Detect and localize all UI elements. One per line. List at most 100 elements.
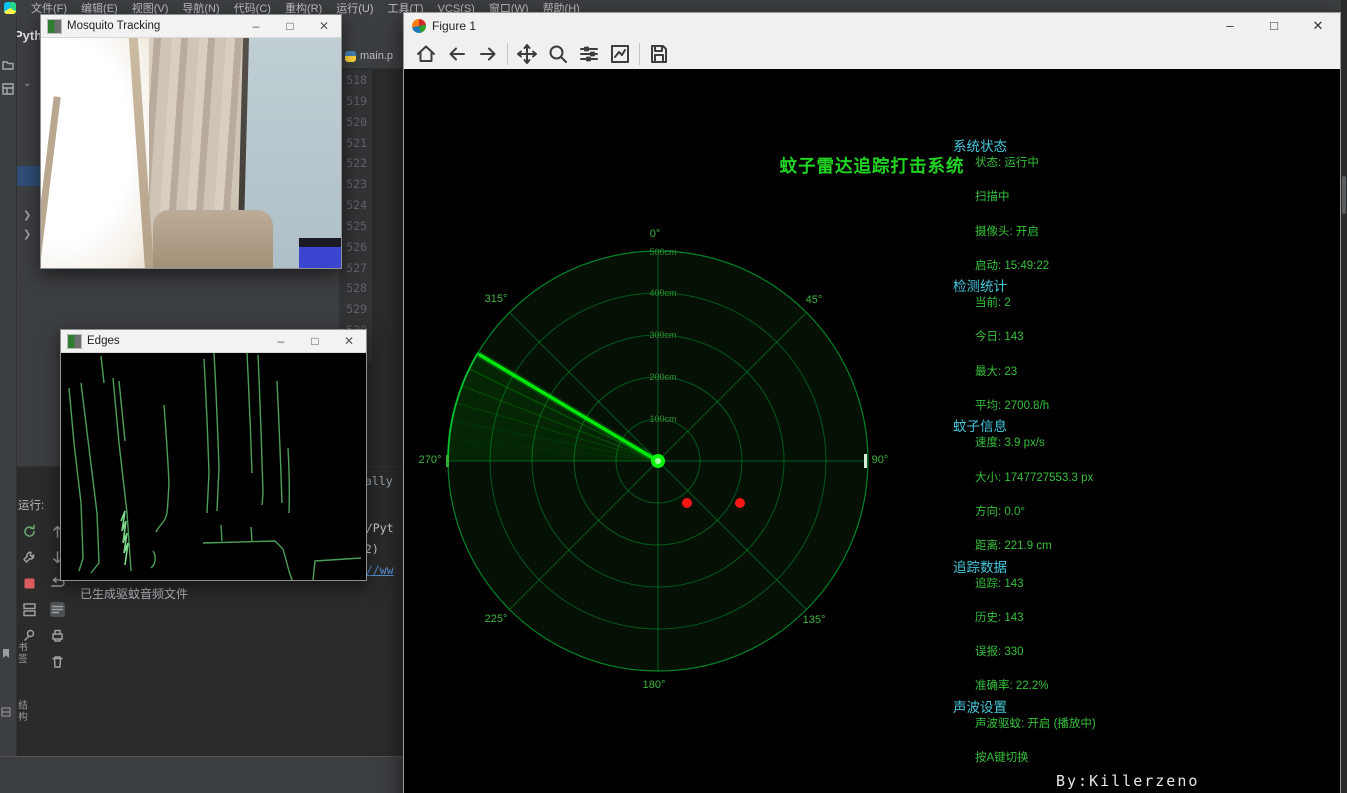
layout-icon[interactable]: [22, 602, 37, 617]
trash-icon[interactable]: [50, 654, 65, 669]
figure-toolbar: [404, 39, 1340, 69]
detection-dot: [682, 498, 692, 508]
maximize-button[interactable]: □: [1252, 14, 1296, 38]
chair: [153, 210, 273, 268]
python-file-icon: [345, 50, 356, 62]
line-number[interactable]: 522: [339, 153, 372, 174]
range-label-400: 400cm: [649, 288, 677, 298]
range-label-500: 500cm: [649, 247, 677, 257]
rerun-icon[interactable]: [22, 524, 37, 539]
camera-scene: [41, 38, 341, 268]
line-number[interactable]: 520: [339, 112, 372, 133]
pin-icon[interactable]: [22, 628, 37, 643]
line-number[interactable]: 527: [339, 258, 372, 279]
line-number[interactable]: 521: [339, 133, 372, 154]
maximize-button[interactable]: □: [273, 16, 307, 36]
minimize-button[interactable]: –: [264, 331, 298, 351]
toolbar-separator: [507, 43, 508, 65]
angle-label-315: 315°: [484, 293, 508, 305]
home-button[interactable]: [414, 42, 438, 66]
subplots-button[interactable]: [577, 42, 601, 66]
zoom-button[interactable]: [546, 42, 570, 66]
toolbar-separator: [639, 43, 640, 65]
maximize-button[interactable]: □: [298, 331, 332, 351]
run-toolbar-left: [20, 524, 38, 643]
angle-label-0: 0°: [649, 228, 661, 240]
angle-label-225: 225°: [484, 613, 508, 625]
window-title: Mosquito Tracking: [67, 20, 161, 32]
stop-icon[interactable]: [22, 576, 37, 591]
tree-chevron-icon[interactable]: ❯: [23, 229, 31, 240]
desktop: 文件(F) 编辑(E) 视图(V) 导航(N) 代码(C) 重构(R) 运行(U) 工具(T)…: [0, 0, 1347, 793]
line-number[interactable]: 518: [339, 70, 372, 91]
pan-button[interactable]: [515, 42, 539, 66]
range-label-100: 100cm: [649, 414, 677, 424]
sidebar-tab-structure[interactable]: 结构: [1, 700, 28, 723]
line-number[interactable]: 523: [339, 174, 372, 195]
mosquito-titlebar[interactable]: Mosquito Tracking – □ ✕: [41, 15, 341, 38]
angle-label-45: 45°: [805, 294, 823, 306]
pycharm-logo-icon: [4, 2, 16, 14]
line-number[interactable]: 529: [339, 299, 372, 320]
info-row: 速度: 3.9 px/s: [975, 437, 1045, 450]
close-button[interactable]: ✕: [332, 331, 366, 351]
figure-titlebar[interactable]: Figure 1 – □ ✕: [404, 13, 1340, 39]
info-row: 追踪数据: [953, 559, 1007, 575]
project-tool-icon[interactable]: [2, 58, 14, 70]
line-number[interactable]: 528: [339, 278, 372, 299]
angle-label-180: 180°: [642, 679, 666, 691]
info-row: 检测统计: [953, 279, 1007, 295]
info-row: 系统状态: [953, 139, 1007, 154]
detection-dot: [735, 498, 745, 508]
info-row: 今日: 143: [975, 331, 1024, 344]
close-button[interactable]: ✕: [1296, 14, 1340, 38]
info-row: 误报: 330: [975, 646, 1024, 659]
toolwindow-stripe: [0, 16, 17, 793]
info-row: 历史: 143: [975, 611, 1024, 624]
axis-tick-left: [446, 455, 449, 467]
line-number[interactable]: 519: [339, 91, 372, 112]
angle-label-270: 270°: [418, 454, 442, 466]
editor-tab-main-py[interactable]: main.p: [360, 50, 393, 62]
structure-icon: [1, 707, 11, 716]
window-title: Figure 1: [432, 19, 477, 33]
console-output-line: 已生成驱蚊音频文件: [80, 587, 189, 601]
blue-object: [299, 238, 341, 268]
bookmarks-label: 书签: [16, 642, 27, 665]
range-label-200: 200cm: [649, 372, 677, 382]
structure-tool-icon[interactable]: [2, 82, 14, 95]
editor-tabbar: main.p: [339, 44, 403, 69]
line-number[interactable]: 525: [339, 216, 372, 237]
minimize-button[interactable]: –: [239, 16, 273, 36]
edge-detection-image: [68, 353, 362, 580]
info-row: 蚊子信息: [953, 419, 1007, 435]
tree-chevron-icon[interactable]: ❯: [23, 210, 31, 221]
editor-scrollbar-thumb[interactable]: [1342, 176, 1346, 214]
back-button[interactable]: [445, 42, 469, 66]
run-panel-label: 运行:: [18, 500, 45, 512]
opencv-window-icon: [47, 18, 62, 34]
edges-titlebar[interactable]: Edges – □ ✕: [61, 330, 366, 353]
axes-config-button[interactable]: [608, 42, 632, 66]
edges-window[interactable]: Edges – □ ✕: [60, 329, 367, 581]
info-row: 状态: 运行中: [975, 157, 1039, 169]
angle-label-135: 135°: [802, 614, 826, 626]
line-number[interactable]: 524: [339, 195, 372, 216]
settings-wrench-icon[interactable]: [22, 550, 37, 565]
figure-canvas[interactable]: 蚊子雷达追踪打击系统 0° 45° 90° 135° 180° 225° 270…: [404, 69, 1340, 793]
print-icon[interactable]: [50, 628, 65, 643]
tree-chevron-icon[interactable]: ⌄: [23, 78, 31, 89]
editor-scrollbar-track: [1341, 0, 1347, 793]
forward-button[interactable]: [476, 42, 500, 66]
range-label-300: 300cm: [649, 330, 677, 340]
close-button[interactable]: ✕: [307, 16, 341, 36]
bookmark-icon: [3, 649, 9, 658]
save-button[interactable]: [647, 42, 671, 66]
console-settings-icon[interactable]: [49, 602, 65, 617]
minimize-button[interactable]: –: [1208, 14, 1252, 38]
figure-window[interactable]: Figure 1 – □ ✕ 蚊子雷达追踪打击系统 0° 45° 90° 135…: [403, 12, 1341, 793]
line-number[interactable]: 526: [339, 237, 372, 258]
mosquito-tracking-window[interactable]: Mosquito Tracking – □ ✕: [40, 14, 342, 269]
sidebar-tab-bookmarks[interactable]: 书签: [1, 642, 28, 665]
author-byline: By:Killerzeno: [1056, 772, 1200, 790]
